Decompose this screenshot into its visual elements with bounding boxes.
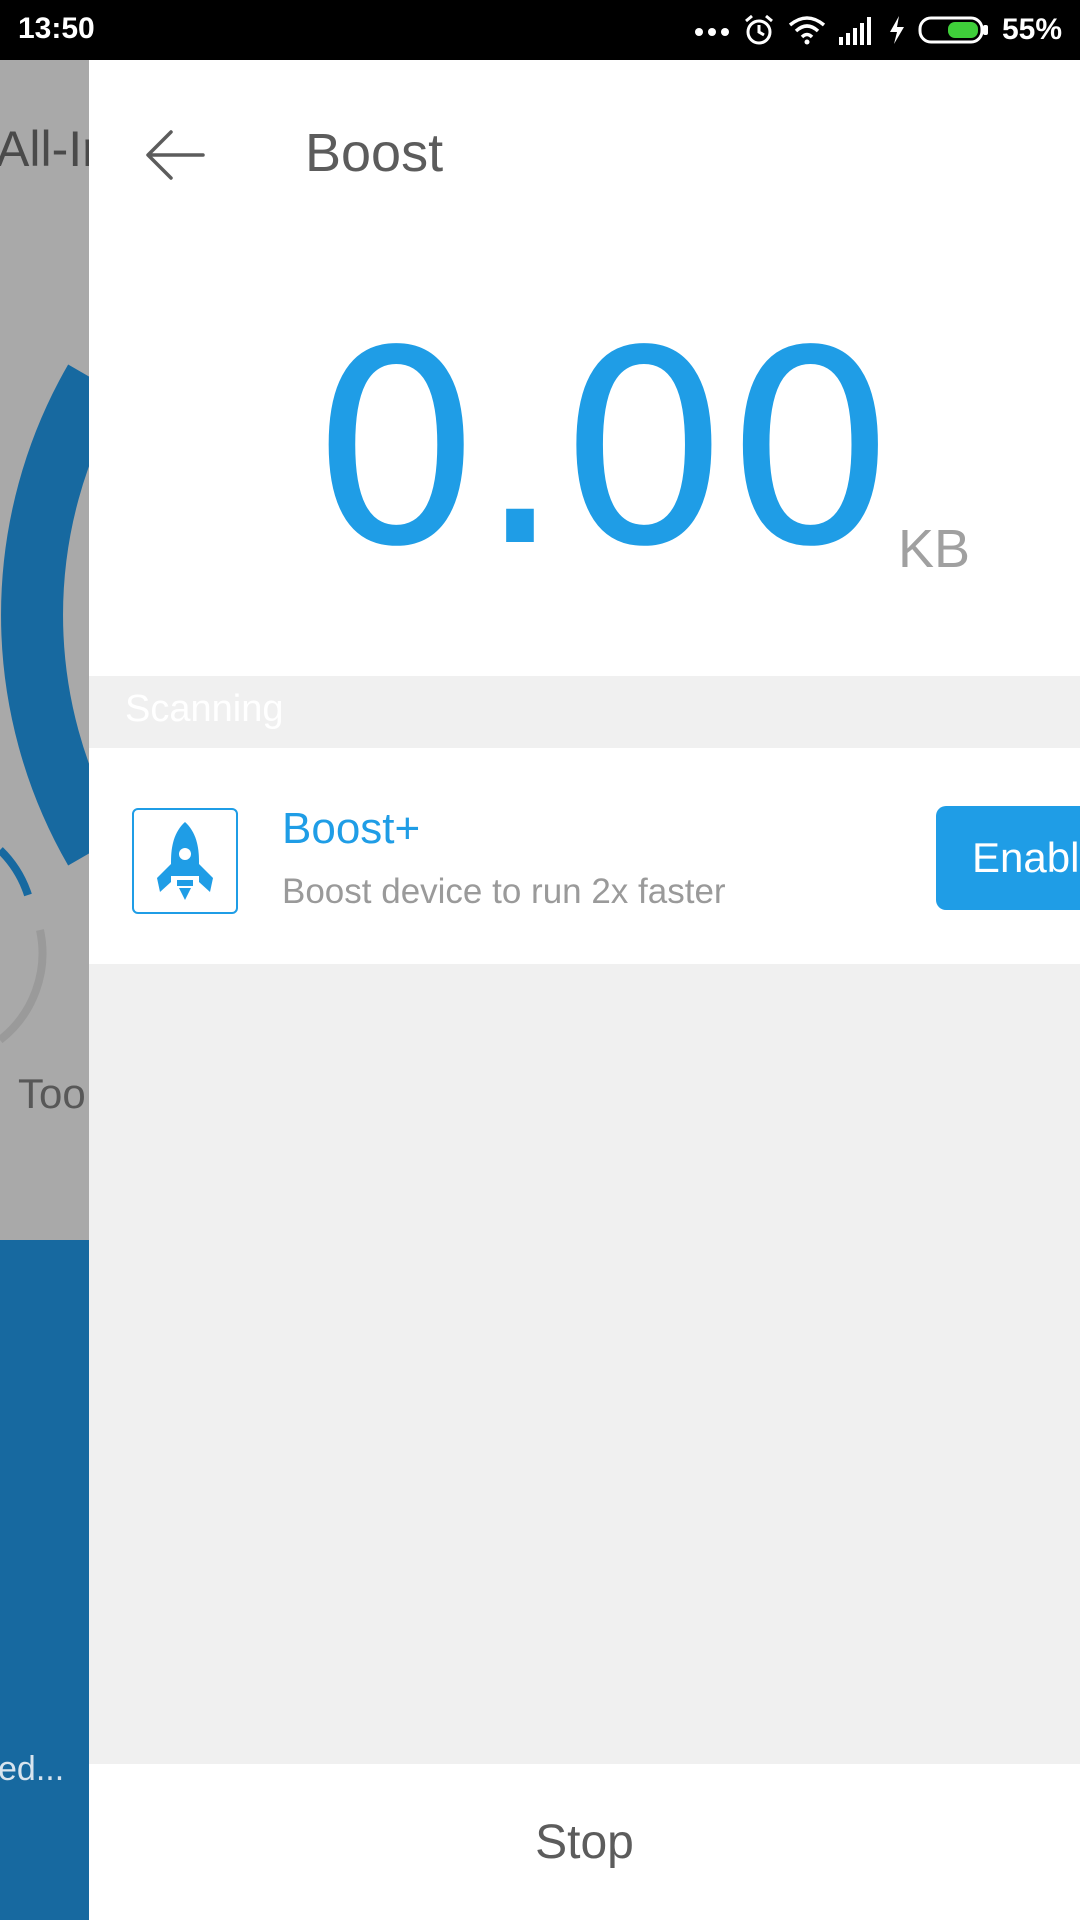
battery-icon <box>918 16 988 44</box>
background-tool-label: Too <box>18 1070 86 1117</box>
charging-icon <box>889 16 904 44</box>
footer-bar: Stop <box>89 1764 1080 1920</box>
background-title: All-Ir <box>0 121 99 177</box>
memory-unit: KB <box>898 519 971 579</box>
feature-icon-frame <box>132 808 238 914</box>
status-icons: 55% <box>694 10 1062 50</box>
more-dots-icon <box>694 28 729 36</box>
feature-title: Boost+ <box>282 804 421 853</box>
signal-icon <box>838 17 871 45</box>
page-title: Boost <box>305 123 444 183</box>
enable-button[interactable]: Enable <box>936 806 1080 910</box>
background-status-text: ed... <box>0 1750 65 1788</box>
memory-value: 0.00 <box>311 294 896 606</box>
feature-description: Boost device to run 2x faster <box>282 872 726 911</box>
scanning-label: Scanning <box>125 688 284 730</box>
background-gauge-ring <box>0 364 100 1044</box>
boost-panel: Boost 0.00 KB Scanning Boost+ Boost devi… <box>89 60 1080 1920</box>
rocket-icon <box>157 822 213 900</box>
status-time: 13:50 <box>18 12 95 45</box>
status-bar: 13:50 55% <box>0 0 1080 60</box>
arrow-left-icon <box>146 130 205 180</box>
back-button[interactable] <box>141 120 211 190</box>
alarm-icon <box>744 14 773 45</box>
stop-button[interactable]: Stop <box>89 1764 1080 1920</box>
boost-header: Boost 0.00 KB <box>89 60 1080 676</box>
wifi-icon <box>788 16 826 45</box>
battery-percent: 55% <box>1001 13 1062 46</box>
boost-plus-card: Boost+ Boost device to run 2x faster Ena… <box>89 748 1080 964</box>
